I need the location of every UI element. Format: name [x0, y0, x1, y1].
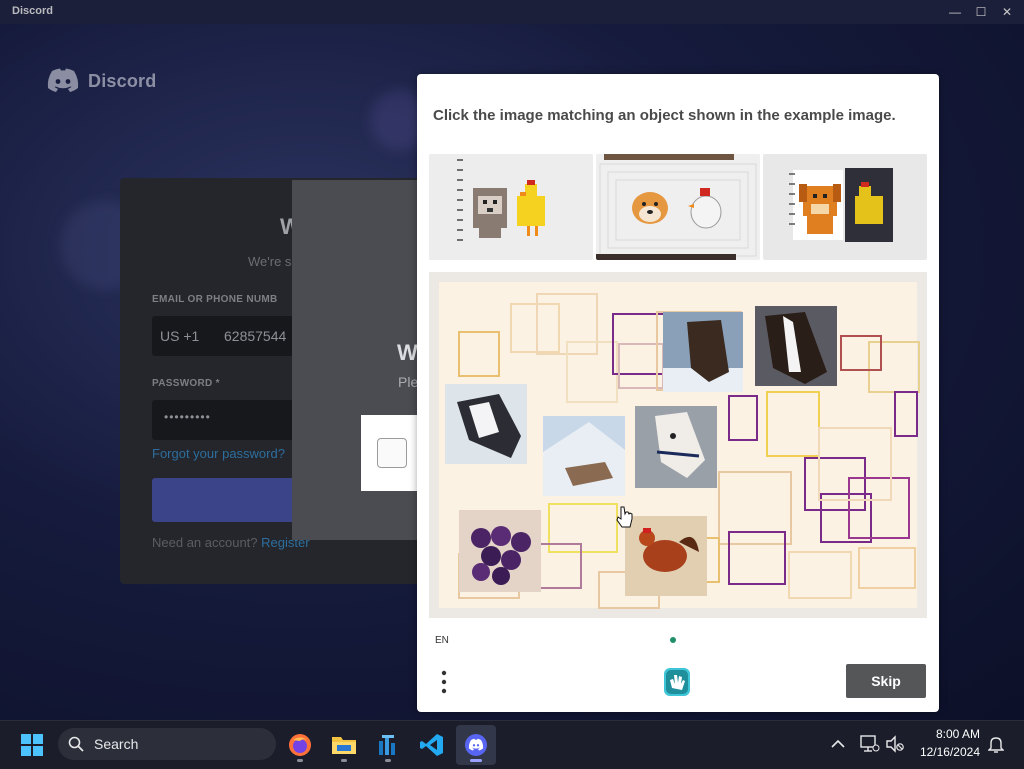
language-selector[interactable]: EN — [435, 635, 449, 646]
discord-brand: Discord — [46, 68, 156, 94]
horse-photo — [543, 416, 625, 496]
file-explorer-taskbar-button[interactable] — [324, 725, 364, 765]
network-icon[interactable] — [860, 735, 880, 753]
brand-wordmark: Discord — [88, 70, 157, 91]
running-indicator — [341, 759, 347, 762]
hcaptcha-challenge: Click the image matching an object shown… — [417, 74, 939, 712]
example-image-1 — [429, 154, 593, 260]
minimize-button[interactable]: — — [944, 3, 966, 21]
captcha-checkbox[interactable] — [377, 438, 407, 468]
horse-photo — [445, 384, 527, 464]
clock-time[interactable]: 8:00 AM — [918, 727, 980, 741]
horse-photo — [755, 306, 837, 386]
azure-data-studio-taskbar-button[interactable] — [368, 725, 408, 765]
rooster-photo — [625, 516, 707, 596]
folder-icon — [332, 737, 356, 754]
taskbar: Search 8:00 AM 12/16/2024 — [0, 720, 1024, 769]
window-title: Discord — [12, 5, 53, 17]
chevron-up-icon[interactable] — [831, 739, 845, 749]
challenge-image[interactable] — [429, 272, 927, 618]
more-options-icon[interactable] — [439, 669, 449, 695]
close-button[interactable]: ✕ — [996, 3, 1018, 21]
discord-taskbar-button[interactable] — [456, 725, 496, 765]
hcaptcha-logo-icon[interactable] — [660, 666, 694, 698]
captcha-prompt: Click the image matching an object shown… — [433, 107, 896, 124]
example-image-2 — [596, 154, 760, 260]
active-indicator — [470, 759, 482, 762]
windows-start-icon[interactable] — [21, 734, 43, 756]
horse-photo — [635, 406, 717, 488]
country-code-select[interactable]: US +1 — [160, 328, 199, 344]
captcha-checkbox-widget — [361, 415, 421, 491]
login-subtext: We're s — [248, 254, 292, 269]
progress-dot — [670, 637, 676, 643]
verify-modal-subtitle: Ple — [398, 374, 419, 390]
example-image-3 — [763, 154, 927, 260]
discord-window: Discord — ☐ ✕ Discord W We're s EMAIL OR… — [0, 0, 1024, 720]
discord-icon — [465, 734, 487, 756]
password-label: PASSWORD * — [152, 378, 220, 389]
running-indicator — [385, 759, 391, 762]
vscode-taskbar-button[interactable] — [412, 725, 452, 765]
title-bar: Discord — ☐ ✕ — [0, 0, 1024, 24]
running-indicator — [297, 759, 303, 762]
search-placeholder: Search — [94, 736, 139, 752]
horse-photo — [663, 312, 743, 392]
skip-button[interactable]: Skip — [846, 664, 926, 698]
azure-data-studio-icon — [379, 735, 395, 755]
phone-value: 62857544 — [224, 328, 287, 344]
grapes-photo — [459, 510, 541, 592]
need-account-label: Need an account? — [152, 535, 258, 550]
forgot-password-link[interactable]: Forgot your password? — [152, 446, 285, 461]
need-account-text: Need an account? Register — [152, 535, 310, 550]
firefox-taskbar-button[interactable] — [280, 725, 320, 765]
discord-logo-icon — [47, 68, 79, 92]
vscode-icon — [420, 734, 443, 756]
volume-muted-icon[interactable] — [885, 735, 905, 753]
firefox-icon — [289, 734, 311, 756]
verify-modal-title: W — [397, 340, 418, 365]
notification-bell-icon[interactable] — [988, 735, 1004, 753]
taskbar-search[interactable]: Search — [58, 728, 276, 760]
search-icon — [68, 736, 84, 752]
maximize-button[interactable]: ☐ — [970, 3, 992, 21]
password-value: ••••••••• — [164, 410, 211, 424]
email-label: EMAIL OR PHONE NUMB — [152, 294, 278, 305]
clock-date[interactable]: 12/16/2024 — [910, 745, 980, 759]
